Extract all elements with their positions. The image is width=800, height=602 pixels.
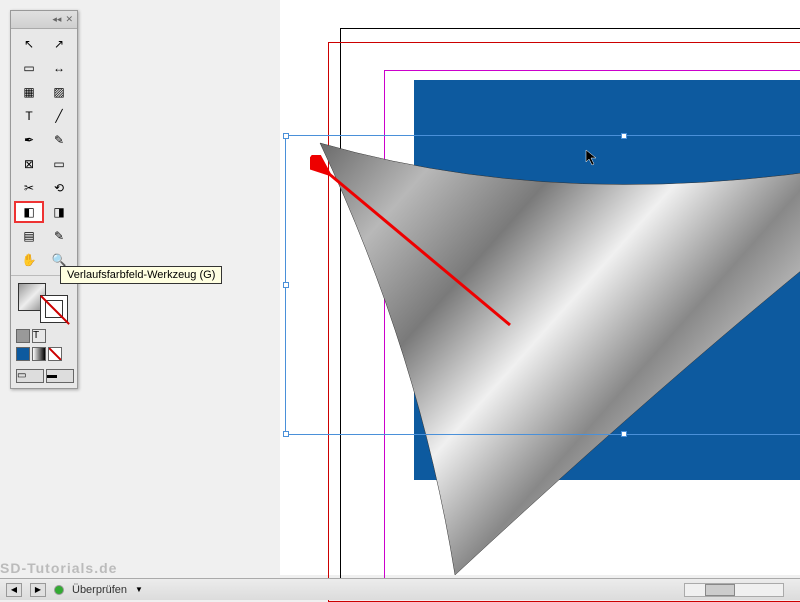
handle-top-left[interactable] <box>283 133 289 139</box>
free-transform[interactable]: ⟲ <box>44 177 74 199</box>
status-bar: ◀ ▶ Überprüfen ▼ <box>0 578 800 600</box>
selection-bounding-box[interactable] <box>285 135 800 435</box>
gradient-feather-tool[interactable]: ◨ <box>44 201 74 223</box>
note-tool[interactable]: ▤ <box>14 225 44 247</box>
stroke-swatch[interactable] <box>40 295 68 323</box>
content-collector[interactable]: ▦ <box>14 81 44 103</box>
tool-tooltip: Verlaufsfarbfeld-Werkzeug (G) <box>60 266 222 284</box>
apply-none-swatch[interactable] <box>48 347 62 361</box>
close-icon[interactable]: ✕ <box>65 14 73 25</box>
watermark-text: SD-Tutorials.de <box>0 560 117 576</box>
apply-gradient-swatch[interactable] <box>32 347 46 361</box>
gradient-swatch-tool[interactable]: ◧ <box>14 201 44 223</box>
rectangle-tool[interactable]: ▭ <box>44 153 74 175</box>
view-mode-normal[interactable]: ▭ <box>16 369 44 383</box>
dropdown-icon[interactable]: ▼ <box>135 585 143 594</box>
formatting-container-icon[interactable] <box>16 329 30 343</box>
preflight-label[interactable]: Überprüfen <box>72 584 127 596</box>
tools-panel: ◂◂ ✕ ↖↗▭↔▦▨T╱✒✎⊠▭✂⟲◧◨▤✎✋🔍 T ▭ ▬ <box>10 10 78 389</box>
fill-stroke-proxy[interactable] <box>18 283 68 323</box>
handle-bottom-middle[interactable] <box>621 431 627 437</box>
gradient-cursor-icon <box>584 148 604 168</box>
eyedropper-tool[interactable]: ✎ <box>44 225 74 247</box>
selection-tool[interactable]: ↖ <box>14 33 44 55</box>
fill-stroke-section: T ▭ ▬ <box>11 275 77 388</box>
type-tool[interactable]: T <box>14 105 44 127</box>
handle-top-middle[interactable] <box>621 133 627 139</box>
pen-tool[interactable]: ✒ <box>14 129 44 151</box>
hand-tool[interactable]: ✋ <box>14 249 44 271</box>
handle-middle-left[interactable] <box>283 282 289 288</box>
scissors-tool[interactable]: ✂ <box>14 177 44 199</box>
panel-header: ◂◂ ✕ <box>11 11 77 29</box>
page-tool[interactable]: ▭ <box>14 57 44 79</box>
line-tool[interactable]: ╱ <box>44 105 74 127</box>
collapse-icon[interactable]: ◂◂ <box>52 14 61 25</box>
handle-bottom-left[interactable] <box>283 431 289 437</box>
scrollbar-thumb[interactable] <box>705 584 735 596</box>
rectangle-frame[interactable]: ⊠ <box>14 153 44 175</box>
nav-prev-button[interactable]: ◀ <box>6 583 22 597</box>
formatting-text-icon[interactable]: T <box>32 329 46 343</box>
canvas-area[interactable] <box>280 0 800 575</box>
pencil-tool[interactable]: ✎ <box>44 129 74 151</box>
view-mode-preview[interactable]: ▬ <box>46 369 74 383</box>
gap-tool[interactable]: ↔ <box>44 57 74 79</box>
apply-color-swatch[interactable] <box>16 347 30 361</box>
content-placer[interactable]: ▨ <box>44 81 74 103</box>
horizontal-scrollbar[interactable] <box>684 583 784 597</box>
direct-selection-tool[interactable]: ↗ <box>44 33 74 55</box>
preflight-status-icon[interactable] <box>54 585 64 595</box>
nav-next-button[interactable]: ▶ <box>30 583 46 597</box>
